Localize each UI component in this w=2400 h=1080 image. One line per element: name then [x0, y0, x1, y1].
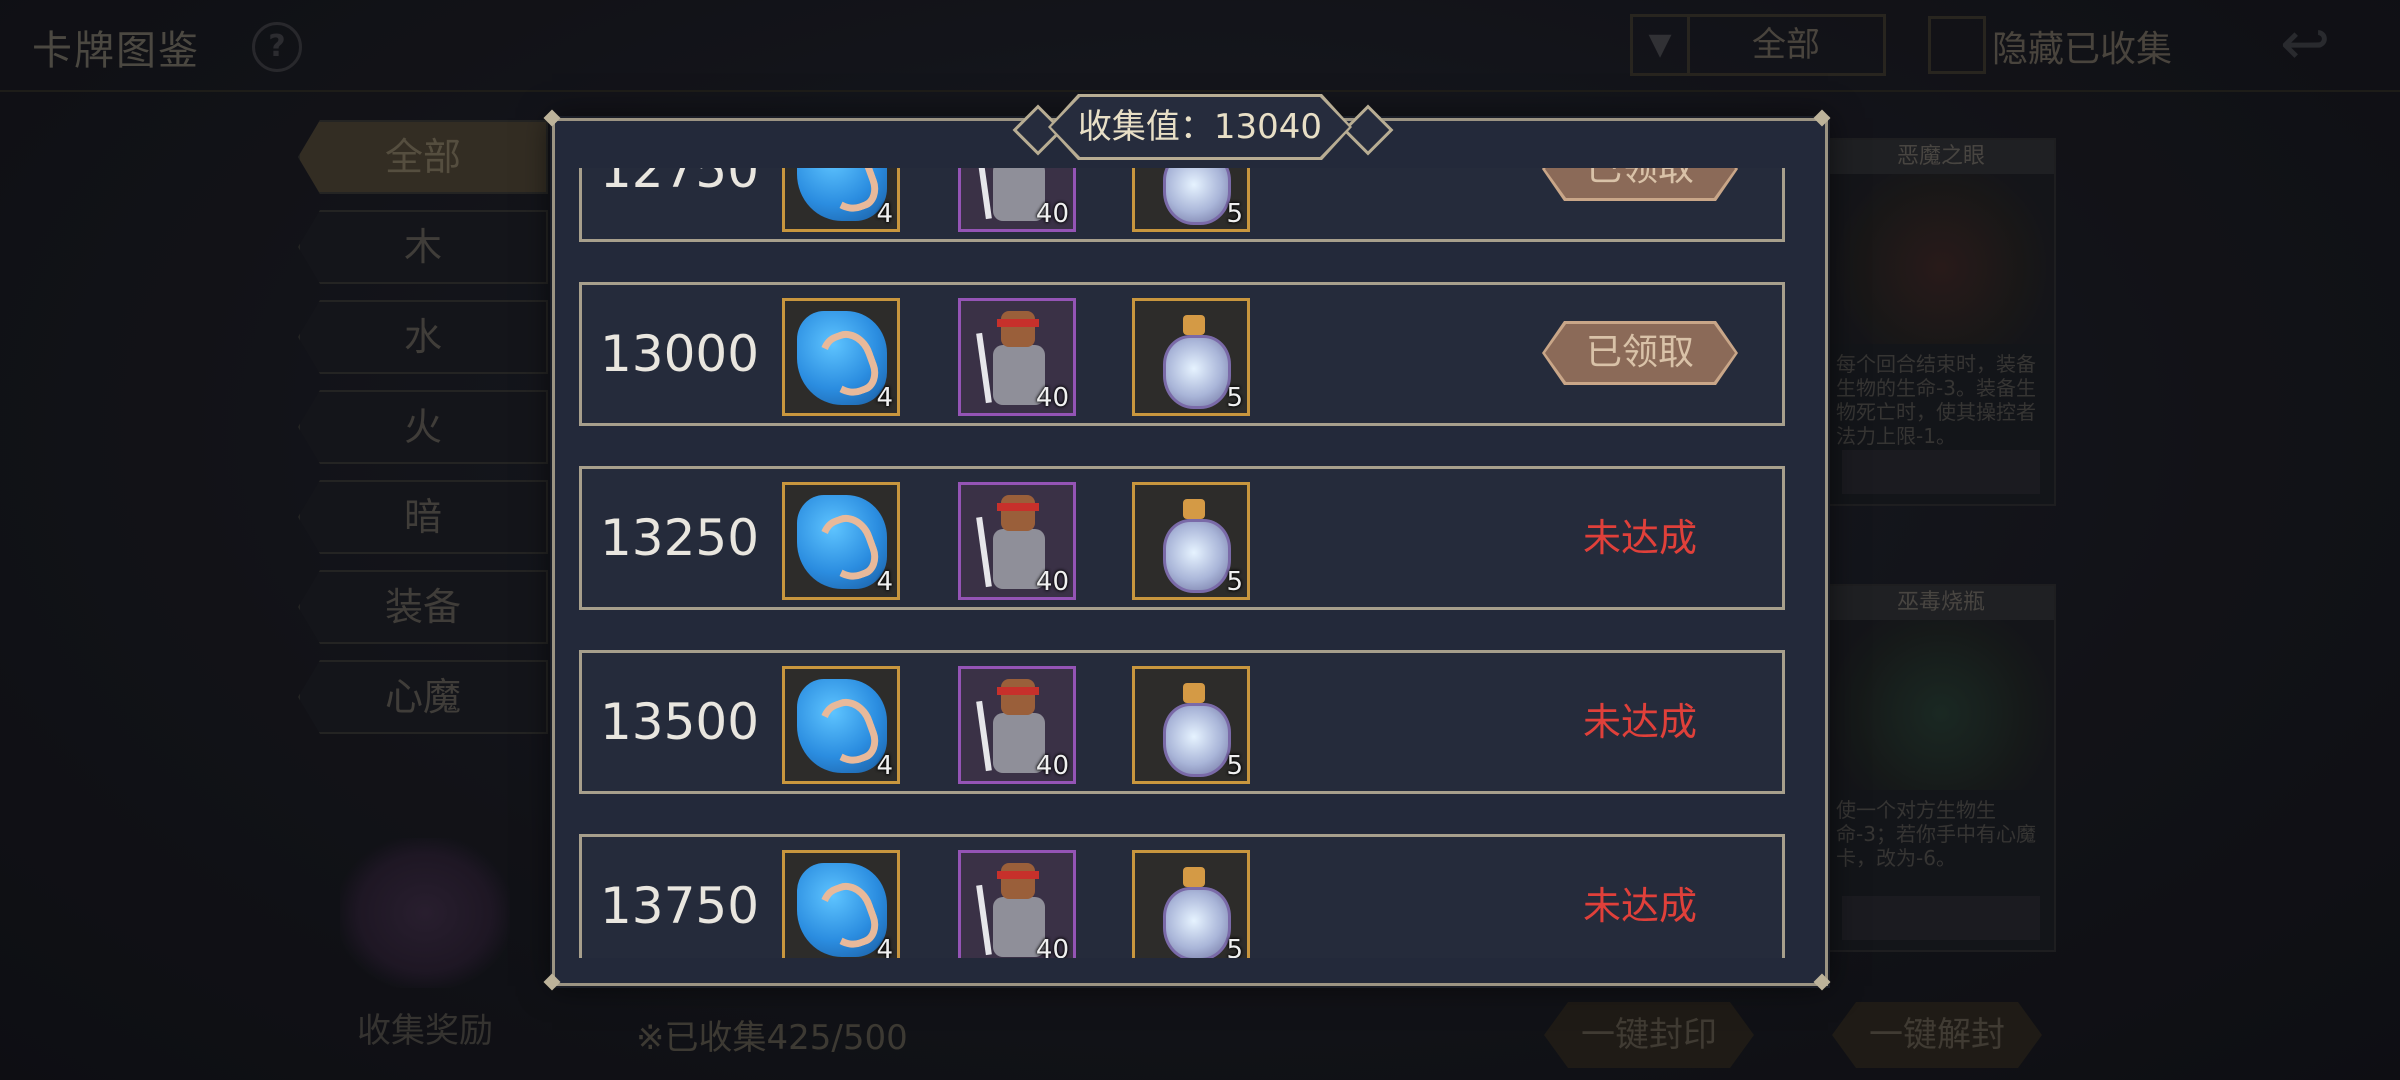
reward-list[interactable]: 12750 4 40 5 已领取 13000 4 40 5 已领取 13250 4 40 5 未达成 1350…: [575, 168, 1797, 958]
claimed-button[interactable]: 已领取: [1545, 324, 1735, 382]
claimed-button[interactable]: 已领取: [1545, 168, 1735, 198]
reward-item[interactable]: 4: [782, 666, 900, 784]
reward-item[interactable]: 5: [1132, 168, 1250, 232]
item-quantity: 40: [1035, 199, 1069, 229]
not-reached-status: 未达成: [1582, 884, 1697, 928]
milestone-value: 13500: [600, 693, 760, 751]
reward-item[interactable]: 40: [958, 168, 1076, 232]
item-quantity: 40: [1035, 935, 1069, 958]
reward-item[interactable]: 40: [958, 666, 1076, 784]
potion-icon: [1155, 677, 1233, 777]
potion-icon: [1155, 309, 1233, 409]
milestone-value: 13750: [600, 877, 760, 935]
potion-icon: [1155, 861, 1233, 958]
reward-item[interactable]: 40: [958, 298, 1076, 416]
item-quantity: 4: [876, 935, 893, 958]
reward-row: 13000 4 40 5 已领取: [579, 282, 1785, 426]
milestone-value: 12750: [600, 168, 760, 199]
reward-row: 13250 4 40 5 未达成: [579, 466, 1785, 610]
reward-item[interactable]: 5: [1132, 482, 1250, 600]
item-quantity: 4: [876, 751, 893, 781]
rune-stone-icon: [797, 168, 887, 221]
reward-item[interactable]: 4: [782, 850, 900, 958]
reward-row: 13500 4 40 5 未达成: [579, 650, 1785, 794]
rune-stone-icon: [797, 495, 887, 589]
potion-icon: [1155, 493, 1233, 593]
reward-item[interactable]: 5: [1132, 666, 1250, 784]
reward-item[interactable]: 4: [782, 482, 900, 600]
item-quantity: 5: [1226, 935, 1243, 958]
item-quantity: 5: [1226, 567, 1243, 597]
collection-value-title: 收集值：13040: [1051, 97, 1349, 157]
reward-item[interactable]: 40: [958, 482, 1076, 600]
reward-item[interactable]: 40: [958, 850, 1076, 958]
rune-stone-icon: [797, 679, 887, 773]
item-quantity: 4: [876, 383, 893, 413]
reward-row: 12750 4 40 5 已领取: [579, 168, 1785, 242]
reward-item[interactable]: 4: [782, 298, 900, 416]
reward-item[interactable]: 5: [1132, 298, 1250, 416]
item-quantity: 40: [1035, 567, 1069, 597]
reward-row: 13750 4 40 5 未达成: [579, 834, 1785, 958]
item-quantity: 4: [876, 567, 893, 597]
reward-item[interactable]: 5: [1132, 850, 1250, 958]
item-quantity: 5: [1226, 199, 1243, 229]
milestone-value: 13250: [600, 509, 760, 567]
item-quantity: 5: [1226, 383, 1243, 413]
item-quantity: 40: [1035, 751, 1069, 781]
not-reached-status: 未达成: [1582, 700, 1697, 744]
rune-stone-icon: [797, 311, 887, 405]
rune-stone-icon: [797, 863, 887, 957]
item-quantity: 4: [876, 199, 893, 229]
potion-icon: [1155, 168, 1233, 225]
item-quantity: 5: [1226, 751, 1243, 781]
reward-item[interactable]: 4: [782, 168, 900, 232]
not-reached-status: 未达成: [1582, 516, 1697, 560]
item-quantity: 40: [1035, 383, 1069, 413]
milestone-value: 13000: [600, 325, 760, 383]
